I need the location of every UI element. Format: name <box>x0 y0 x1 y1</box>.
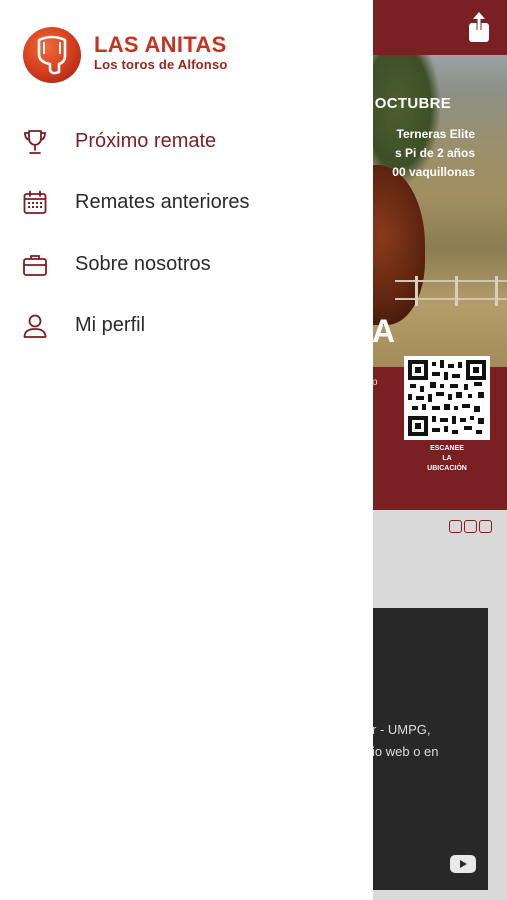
brand-name: LAS ANITAS <box>94 32 227 57</box>
banner-line: s Pi de 2 años <box>394 146 475 160</box>
share-icon[interactable] <box>465 12 493 44</box>
menu-item-label: Remates anteriores <box>75 191 250 213</box>
calendar-icon <box>23 190 47 214</box>
menu-item-label: Mi perfil <box>75 314 146 336</box>
qr-code <box>404 356 490 440</box>
menu-item-mi-perfil[interactable]: Mi perfil <box>0 301 373 351</box>
banner-title: A <box>372 313 396 349</box>
brand-tagline: Los toros de Alfonso <box>94 57 228 72</box>
menu-item-label: Sobre nosotros <box>75 253 211 275</box>
qr-caption-line: ESCANEE <box>430 445 464 452</box>
brand: LAS ANITAS Los toros de Alfonso <box>94 33 228 73</box>
menu-item-sobre-nosotros[interactable]: Sobre nosotros <box>0 240 373 290</box>
las-anitas-logo <box>23 27 81 83</box>
qr-caption-line: LA <box>442 455 452 462</box>
banner-line: Terneras Elite <box>396 127 475 141</box>
qr-code-image <box>408 360 486 436</box>
facebook-icon[interactable] <box>464 520 477 533</box>
instagram-icon[interactable] <box>479 520 492 533</box>
banner-fence <box>395 276 507 306</box>
qr-caption-line: UBICACIÓN <box>427 465 467 472</box>
video-description: r - UMPG, <box>372 722 431 737</box>
menu-item-label: Próximo remate <box>75 130 217 152</box>
banner-line: 00 vaquillonas <box>392 165 475 179</box>
briefcase-icon <box>23 255 47 276</box>
user-icon <box>23 314 47 338</box>
banner-date: E OCTUBRE <box>360 95 452 112</box>
menu-item-proximo-remate[interactable]: Próximo remate <box>0 117 373 167</box>
video-description: io web o en <box>372 744 439 759</box>
qr-caption: ESCANEE LA UBICACIÓN <box>404 444 490 474</box>
twitter-icon[interactable] <box>449 520 462 533</box>
trophy-icon <box>24 130 46 154</box>
youtube-icon[interactable] <box>450 855 476 873</box>
social-links <box>449 520 493 534</box>
menu-item-remates-anteriores[interactable]: Remates anteriores <box>0 178 373 228</box>
navigation-drawer: LAS ANITAS Los toros de Alfonso Próximo … <box>0 0 373 900</box>
